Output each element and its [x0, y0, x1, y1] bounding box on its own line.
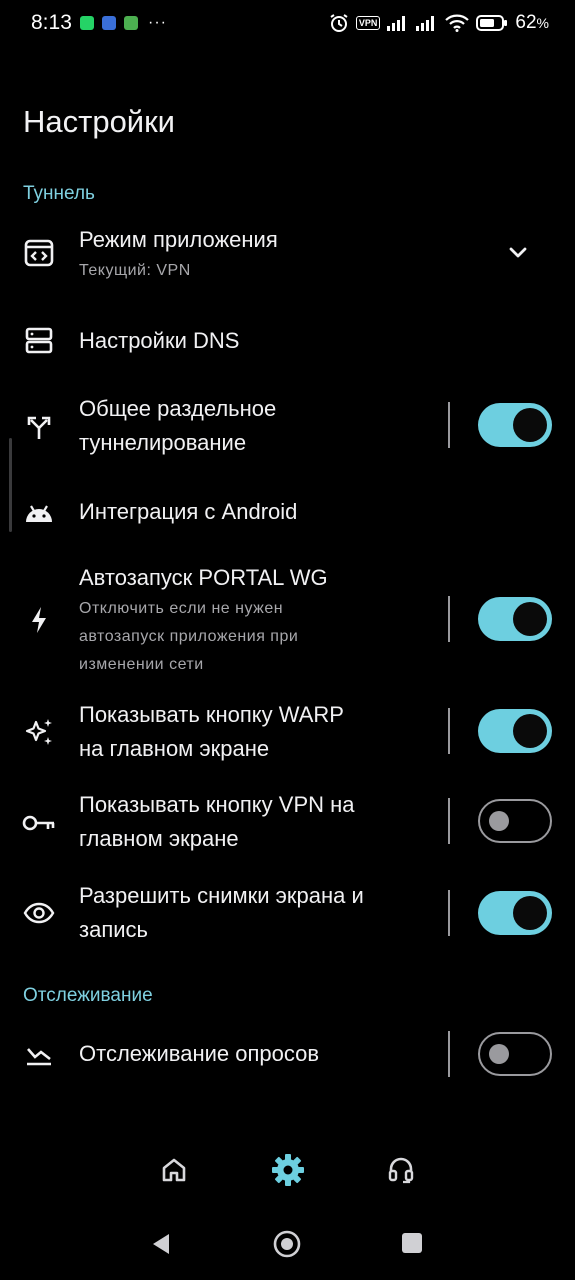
app-notification-icon — [102, 16, 116, 30]
nav-support-button[interactable] — [371, 1140, 431, 1200]
row-divider — [448, 402, 450, 448]
back-icon[interactable] — [149, 1231, 173, 1257]
system-icons: VPN 62% — [329, 12, 549, 34]
row-divider — [448, 798, 450, 844]
setting-label: Режим приложения — [79, 227, 278, 252]
nav-home-button[interactable] — [144, 1140, 204, 1200]
status-time: 8:13 — [31, 11, 72, 34]
setting-label: туннелирование — [79, 430, 247, 455]
screenshots-toggle[interactable] — [478, 891, 552, 935]
setting-show-warp-button[interactable]: Показывать кнопку WARP на главном экране — [0, 697, 575, 767]
signal-icon — [416, 16, 435, 31]
bottom-navigation — [0, 1140, 575, 1200]
setting-label: на главном экране — [79, 736, 270, 761]
wifi-icon — [445, 14, 470, 32]
setting-app-mode[interactable]: Режим приложения Текущий: VPN — [0, 222, 575, 294]
setting-label: Показывать кнопку WARP — [79, 702, 344, 727]
battery-percent: 62% — [515, 12, 549, 33]
home-circle-icon[interactable] — [272, 1229, 302, 1259]
alarm-icon — [330, 14, 348, 32]
section-header-tunnel: Туннель — [23, 183, 95, 204]
setting-allow-screenshots[interactable]: Разрешить снимки экрана и запись — [0, 879, 575, 949]
split-tunneling-toggle[interactable] — [478, 403, 552, 447]
setting-label: запись — [79, 917, 148, 942]
nav-settings-button[interactable] — [258, 1140, 318, 1200]
notification-icons: ··· — [80, 14, 167, 32]
whatsapp-icon — [80, 16, 94, 30]
setting-subtitle: Текущий: VPN — [79, 262, 191, 279]
app-window-code-icon — [22, 236, 56, 270]
dns-server-icon — [22, 323, 56, 357]
setting-show-vpn-button[interactable]: Показывать кнопку VPN на главном экране — [0, 788, 575, 858]
bolt-icon — [22, 603, 56, 637]
vpn-badge: VPN — [355, 16, 381, 30]
vpn-button-toggle[interactable] — [478, 799, 552, 843]
tracking-icon — [22, 1038, 56, 1072]
warp-button-toggle[interactable] — [478, 709, 552, 753]
recents-square-icon[interactable] — [401, 1232, 423, 1254]
autostart-toggle[interactable] — [478, 597, 552, 641]
row-divider — [448, 1031, 450, 1077]
status-bar: 8:13 ··· VPN 62% — [0, 0, 575, 48]
setting-dns[interactable]: Настройки DNS — [0, 318, 575, 364]
setting-label: Показывать кнопку VPN на — [79, 792, 355, 817]
headset-icon — [388, 1157, 414, 1184]
system-navigation-bar — [0, 1215, 575, 1275]
android-icon — [22, 496, 56, 530]
chevron-down-icon[interactable] — [505, 240, 531, 266]
setting-subtitle: автозапуск приложения при — [79, 628, 299, 645]
setting-label: Настройки DNS — [79, 328, 240, 353]
poll-tracking-toggle[interactable] — [478, 1032, 552, 1076]
key-icon — [22, 806, 56, 840]
setting-label: Разрешить снимки экрана и — [79, 883, 364, 908]
setting-label: Интеграция с Android — [79, 499, 298, 524]
eye-icon — [22, 896, 56, 930]
setting-autostart[interactable]: Автозапуск PORTAL WG Отключить если не н… — [0, 561, 575, 679]
setting-label: Отслеживание опросов — [79, 1041, 320, 1066]
row-divider — [448, 890, 450, 936]
split-arrows-icon — [22, 410, 56, 444]
setting-split-tunneling[interactable]: Общее раздельное туннелирование — [0, 392, 575, 462]
running-app-icon — [124, 16, 138, 30]
setting-subtitle: Отключить если не нужен — [79, 600, 284, 617]
row-divider — [448, 708, 450, 754]
setting-label: Автозапуск PORTAL WG — [79, 565, 328, 590]
signal-icon — [387, 16, 406, 31]
battery-icon — [476, 15, 508, 31]
gear-icon — [272, 1154, 304, 1186]
setting-label: Общее раздельное — [79, 396, 277, 421]
home-icon — [162, 1158, 186, 1182]
setting-subtitle: изменении сети — [79, 656, 204, 673]
page-title: Настройки — [23, 104, 176, 139]
section-header-tracking: Отслеживание — [23, 985, 153, 1006]
more-notifications-icon: ··· — [148, 14, 167, 31]
row-divider — [448, 596, 450, 642]
setting-android-integration[interactable]: Интеграция с Android — [0, 491, 575, 537]
setting-poll-tracking[interactable]: Отслеживание опросов — [0, 1031, 575, 1079]
scrollbar[interactable] — [9, 438, 12, 532]
sparkles-icon — [22, 715, 56, 749]
setting-label: главном экране — [79, 826, 239, 851]
